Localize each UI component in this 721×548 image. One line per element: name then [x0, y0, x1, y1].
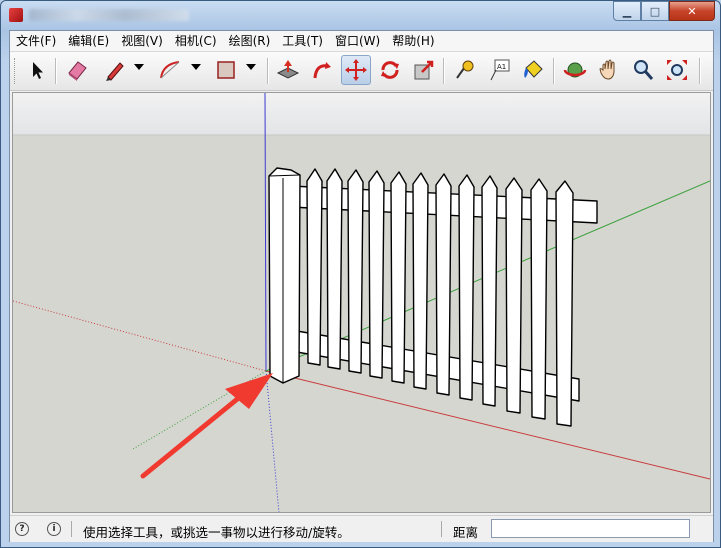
- zoom-extents-tool-button[interactable]: [662, 55, 692, 85]
- title-bar[interactable]: ▁ □ ✕: [1, 1, 720, 29]
- geo-location-icon[interactable]: ?: [15, 522, 29, 536]
- paint-bucket-tool-button[interactable]: [518, 55, 548, 85]
- menu-file[interactable]: 文件(F): [10, 31, 62, 51]
- drawing-viewport[interactable]: [12, 92, 711, 513]
- menu-tools[interactable]: 工具(T): [276, 31, 329, 51]
- status-separator: [71, 521, 72, 537]
- arrow-cursor-icon: [33, 62, 43, 79]
- fence-model[interactable]: [268, 167, 598, 427]
- model-canvas: [13, 93, 710, 512]
- follow-me-tool-button[interactable]: [307, 55, 337, 85]
- eraser-icon: [68, 61, 87, 81]
- sketchup-logo-icon: [9, 8, 23, 22]
- pan-tool-button[interactable]: [594, 55, 624, 85]
- toolbar-separator: [699, 58, 701, 84]
- eraser-tool-button[interactable]: [62, 55, 92, 85]
- menu-help[interactable]: 帮助(H): [386, 31, 440, 51]
- measurement-input[interactable]: [491, 519, 690, 538]
- annotation-arrow: [140, 373, 273, 479]
- red-axis-dotted: [13, 300, 267, 372]
- orbit-icon: [563, 62, 587, 78]
- text-label-icon: A1: [490, 59, 510, 81]
- paint-bucket-icon: [524, 60, 543, 78]
- pencil-tool-button[interactable]: [100, 55, 130, 85]
- rectangle-dropdown-arrow[interactable]: [246, 64, 256, 70]
- info-icon[interactable]: i: [47, 522, 61, 536]
- menu-bar: 文件(F) 编辑(E) 视图(V) 相机(C) 绘图(R) 工具(T) 窗口(W…: [10, 31, 713, 52]
- rectangle-tool-button[interactable]: [211, 55, 241, 85]
- scale-icon: [414, 60, 434, 80]
- blue-axis-dotted: [265, 370, 280, 512]
- toolbar-separator: [267, 58, 269, 84]
- sky-gradient: [13, 93, 710, 135]
- push-pull-icon: [276, 60, 300, 79]
- push-pull-tool-button[interactable]: [273, 55, 303, 85]
- zoom-extents-icon: [667, 60, 687, 80]
- tape-measure-icon: [456, 60, 474, 79]
- menu-edit[interactable]: 编辑(E): [62, 31, 115, 51]
- app-window: ▁ □ ✕ 文件(F) 编辑(E) 视图(V) 相机(C) 绘图(R) 工具(T…: [0, 0, 721, 548]
- zoom-tool-button[interactable]: [628, 55, 658, 85]
- toolbar-grip[interactable]: [14, 58, 18, 84]
- maximize-button[interactable]: □: [641, 1, 669, 21]
- close-button[interactable]: ✕: [669, 1, 715, 21]
- svg-text:A1: A1: [497, 63, 506, 71]
- rotate-icon: [381, 61, 399, 79]
- client-area: 文件(F) 编辑(E) 视图(V) 相机(C) 绘图(R) 工具(T) 窗口(W…: [9, 30, 714, 542]
- menu-window[interactable]: 窗口(W): [329, 31, 386, 51]
- text-tool-button[interactable]: A1: [484, 55, 514, 85]
- menu-draw[interactable]: 绘图(R): [223, 31, 277, 51]
- toolbar-separator: [553, 58, 555, 84]
- move-icon: [345, 59, 367, 81]
- fence-post: [268, 167, 301, 384]
- status-separator: [441, 521, 442, 537]
- arc-dropdown-arrow[interactable]: [191, 64, 201, 70]
- toolbar: A1: [10, 52, 713, 91]
- tape-measure-tool-button[interactable]: [450, 55, 480, 85]
- menu-view[interactable]: 视图(V): [115, 31, 169, 51]
- pencil-dropdown-arrow[interactable]: [134, 64, 144, 70]
- status-bar: ? i 使用选择工具，或挑选一事物以进行移动/旋转。 距离: [10, 515, 713, 542]
- select-tool-button[interactable]: [22, 55, 52, 85]
- move-tool-button[interactable]: [341, 55, 371, 85]
- minimize-button[interactable]: ▁: [613, 1, 641, 21]
- toolbar-separator: [55, 58, 57, 84]
- follow-me-icon: [313, 62, 331, 79]
- toolbar-separator: [443, 58, 445, 84]
- menu-camera[interactable]: 相机(C): [169, 31, 223, 51]
- status-message: 使用选择工具，或挑选一事物以进行移动/旋转。: [83, 525, 350, 540]
- rotate-tool-button[interactable]: [375, 55, 405, 85]
- magnifier-icon: [634, 60, 654, 80]
- orbit-tool-button[interactable]: [560, 55, 590, 85]
- scale-tool-button[interactable]: [409, 55, 439, 85]
- window-title: [29, 9, 189, 21]
- rectangle-icon: [217, 61, 235, 79]
- hand-icon: [599, 59, 615, 80]
- arc-tool-button[interactable]: [155, 55, 185, 85]
- arc-icon: [160, 61, 180, 79]
- measurement-label: 距离: [453, 525, 479, 540]
- pencil-icon: [106, 62, 124, 81]
